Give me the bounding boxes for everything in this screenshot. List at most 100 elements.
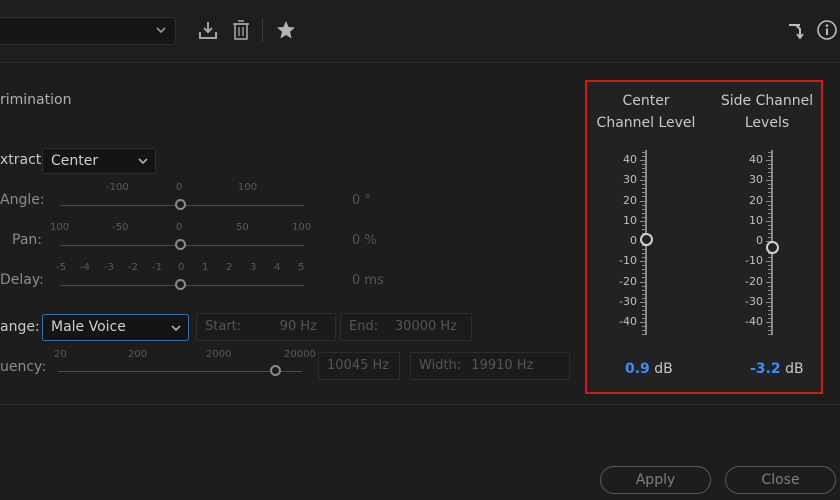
start-label: Start: <box>205 319 242 334</box>
center-meter-handle[interactable] <box>640 233 653 247</box>
side-meter-scale-label: 40 <box>749 153 763 166</box>
side-meter-tick <box>768 334 771 336</box>
extract-dropdown[interactable]: Center <box>42 148 156 174</box>
delete-preset-icon[interactable] <box>229 18 253 42</box>
frequency-field[interactable]: 10045 Hz <box>318 352 400 380</box>
center-meter-scale-label: -30 <box>619 294 637 308</box>
start-field[interactable]: Start: 90 Hz <box>196 313 336 341</box>
info-icon[interactable] <box>815 18 839 42</box>
side-level-unit: dB <box>785 361 804 377</box>
width-field[interactable]: Width: 19910 Hz <box>410 352 570 380</box>
center-meter-tick <box>642 309 645 311</box>
side-meter-tick <box>768 293 771 295</box>
center-meter-title: Center Channel Level <box>587 90 705 134</box>
center-meter-scale-label: 0 <box>630 234 637 247</box>
routing-icon[interactable] <box>784 18 808 42</box>
delay-tick: -2 <box>128 262 138 273</box>
width-value: 19910 Hz <box>471 358 534 373</box>
center-meter-tick <box>642 326 645 328</box>
side-meter-title-line1: Side Channel <box>720 93 814 109</box>
frequency-value: 10045 Hz <box>327 358 390 373</box>
center-meter-scale-label: 20 <box>623 193 637 207</box>
angle-tick: 0 <box>176 182 183 193</box>
center-level-readout: 0.9 dB <box>625 361 673 377</box>
side-meter-tick <box>766 301 771 303</box>
side-meter-tick <box>768 208 771 210</box>
end-field[interactable]: End: 30000 Hz <box>340 313 472 341</box>
extract-value: Center <box>51 153 99 169</box>
toolbar-separator <box>262 18 263 42</box>
frequency-tick: 2000 <box>206 349 232 360</box>
side-meter-title: Side Channel Levels <box>711 90 823 134</box>
chevron-down-icon <box>155 24 167 40</box>
side-meter-tick <box>766 200 771 202</box>
side-meter-tick <box>768 172 771 174</box>
center-meter-tick <box>642 313 645 315</box>
side-meter-tick <box>768 168 771 170</box>
side-meter-tick <box>768 188 771 190</box>
pan-slider-handle[interactable] <box>175 239 186 250</box>
center-meter-tick <box>642 249 645 251</box>
center-meter-tick <box>642 188 645 190</box>
side-meter-tick <box>768 269 771 271</box>
side-meter-tick <box>766 160 771 161</box>
side-meter-tick <box>766 180 771 182</box>
side-meter-tick <box>766 220 771 222</box>
side-meter-handle[interactable] <box>766 241 779 255</box>
side-meter-tick <box>766 261 771 263</box>
side-meter-tick <box>768 224 771 226</box>
delay-value[interactable]: 0 ms <box>352 273 384 288</box>
frequency-slider[interactable] <box>58 371 302 372</box>
side-meter-tick <box>766 322 771 323</box>
center-meter-tick <box>640 322 645 323</box>
angle-value[interactable]: 0 ° <box>352 193 371 208</box>
frequency-slider-handle[interactable] <box>270 365 281 376</box>
side-level-value[interactable]: -3.2 <box>750 361 781 377</box>
side-meter-tick <box>768 277 771 279</box>
center-meter-tick <box>642 305 645 307</box>
center-meter-tick <box>640 301 645 303</box>
angle-label: Angle: <box>0 192 45 208</box>
pan-tick: 100 <box>292 222 312 233</box>
preset-dropdown[interactable] <box>0 17 176 45</box>
side-meter-tick <box>766 281 771 283</box>
extract-label: xtract: <box>0 152 47 168</box>
delay-tick: -1 <box>152 262 162 273</box>
side-meter-scale-label: 20 <box>749 193 763 207</box>
delay-label: Delay: <box>0 272 44 288</box>
favorite-star-icon[interactable] <box>274 18 298 42</box>
frequency-tick: 20000 <box>284 349 316 360</box>
pan-tick: 0 <box>176 222 183 233</box>
side-meter-tick <box>768 212 771 214</box>
center-level-value[interactable]: 0.9 <box>625 361 650 377</box>
side-meter-tick <box>768 192 771 194</box>
range-label: ange: <box>0 319 40 335</box>
center-meter-scale-label: 40 <box>623 153 637 166</box>
angle-slider-handle[interactable] <box>175 199 186 210</box>
center-meter-tick <box>640 160 645 161</box>
side-meter-tick <box>768 289 771 291</box>
center-meter-tick <box>642 168 645 170</box>
side-meter-tick <box>768 309 771 311</box>
center-meter-tick <box>642 192 645 194</box>
delay-tick: 3 <box>250 262 257 273</box>
frequency-label: uency: <box>0 359 47 375</box>
side-meter-tick <box>768 176 771 178</box>
delay-slider-handle[interactable] <box>175 279 186 290</box>
pan-label: Pan: <box>12 232 42 248</box>
chevron-down-icon <box>137 155 149 171</box>
close-button[interactable]: Close <box>725 466 836 494</box>
side-meter-scale-label: 0 <box>756 234 763 247</box>
range-value: Male Voice <box>51 319 126 335</box>
center-meter-scale-label: -20 <box>619 274 637 288</box>
center-meter-tick <box>642 334 645 336</box>
range-dropdown[interactable]: Male Voice <box>42 314 189 341</box>
center-meter-tick <box>642 317 645 319</box>
center-meter-tick <box>642 228 645 230</box>
side-meter-scale-label: -20 <box>745 274 763 288</box>
center-meter-tick <box>640 200 645 202</box>
save-preset-icon[interactable] <box>196 18 220 42</box>
pan-value[interactable]: 0 % <box>352 233 377 248</box>
frequency-tick-labels: 20 200 2000 20000 <box>54 349 324 363</box>
apply-button[interactable]: Apply <box>600 466 711 494</box>
